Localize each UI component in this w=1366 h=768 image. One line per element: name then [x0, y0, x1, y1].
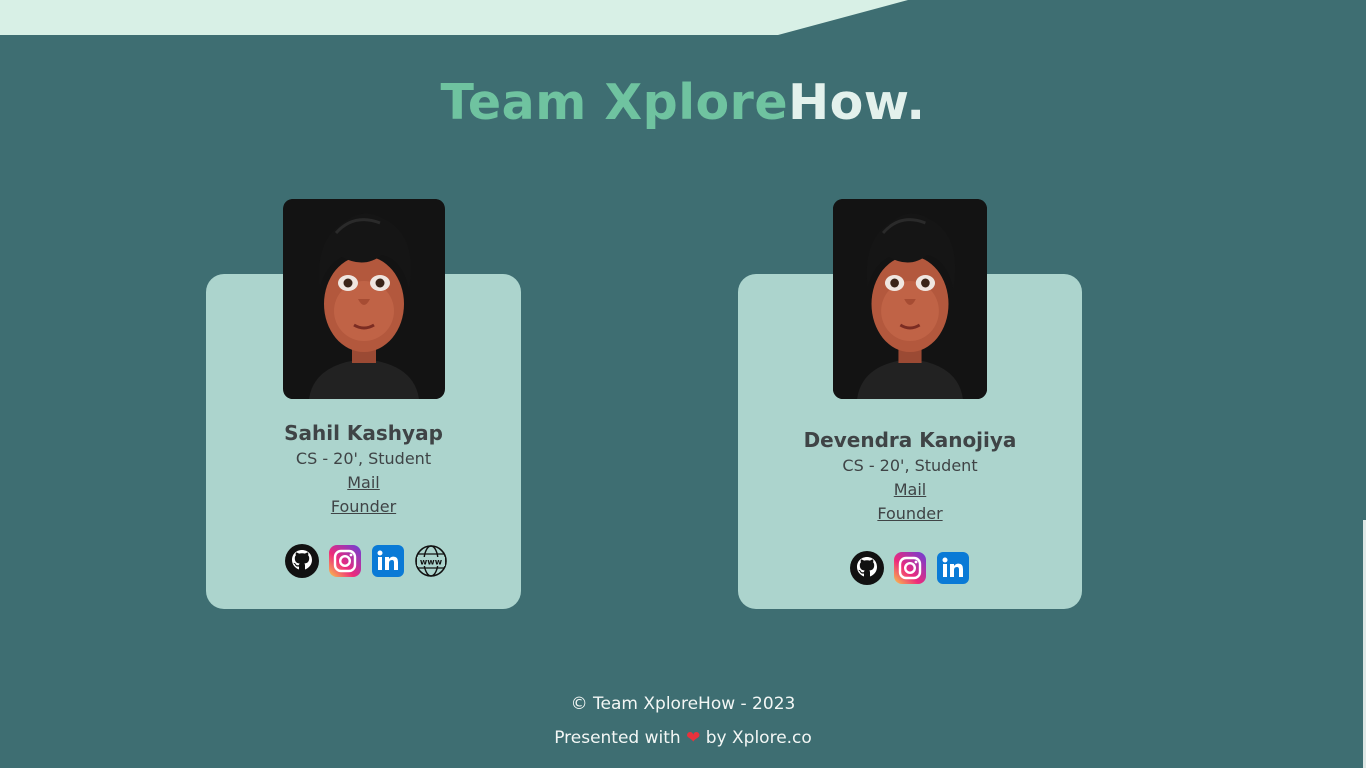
instagram-icon[interactable]: [893, 551, 927, 585]
avatar-illustration: [833, 199, 987, 399]
social-links: www: [285, 544, 457, 578]
presented-prefix: Presented with: [554, 728, 681, 748]
founder-link[interactable]: Founder: [206, 495, 521, 519]
linkedin-icon[interactable]: [936, 551, 970, 585]
avatar: [283, 199, 445, 399]
github-icon[interactable]: [850, 551, 884, 585]
instagram-icon[interactable]: [328, 544, 362, 578]
avatar: [833, 199, 987, 399]
mail-link[interactable]: Mail: [206, 471, 521, 495]
member-info: Devendra Kanojiya CS - 20', Student Mail…: [738, 427, 1082, 526]
member-name: Sahil Kashyap: [284, 421, 443, 445]
footer-copyright: © Team XploreHow - 2023: [570, 694, 796, 714]
top-wave-band: [0, 0, 908, 35]
footer-presented: Presented with ❤ by Xplore.co: [0, 728, 1366, 748]
member-info: Sahil Kashyap CS - 20', Student Mail Fou…: [206, 420, 521, 519]
member-role: CS - 20', Student: [842, 456, 978, 475]
member-role: CS - 20', Student: [295, 449, 432, 468]
title-accent: Team Xplore: [440, 74, 789, 131]
title-rest: How.: [788, 74, 926, 131]
presented-suffix: by Xplore.co: [705, 728, 812, 748]
page-title: Team XploreHow.: [0, 74, 1366, 131]
heart-icon: ❤: [686, 728, 701, 748]
social-links: [850, 551, 979, 585]
member-name: Devendra Kanojiya: [803, 428, 1017, 452]
svg-text:www: www: [420, 558, 443, 567]
github-icon[interactable]: [285, 544, 319, 578]
linkedin-icon[interactable]: [371, 544, 405, 578]
founder-link[interactable]: Founder: [738, 502, 1082, 526]
website-icon[interactable]: www: [414, 544, 448, 578]
mail-link[interactable]: Mail: [738, 478, 1082, 502]
avatar-illustration: [284, 199, 444, 399]
